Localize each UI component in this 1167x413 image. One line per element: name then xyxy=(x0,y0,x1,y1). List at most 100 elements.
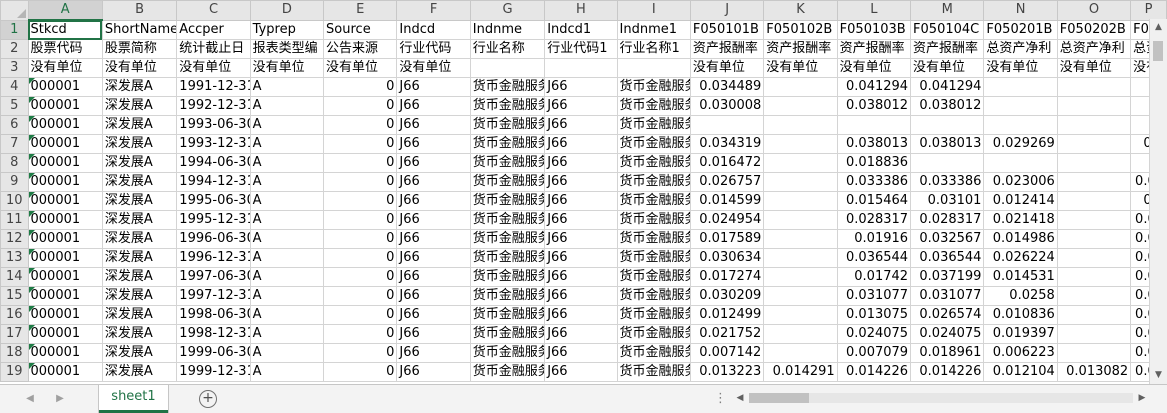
row-header[interactable]: 12 xyxy=(0,229,29,249)
cell-c10[interactable]: 1995-06-30 xyxy=(176,191,251,211)
cell-h17[interactable]: J66 xyxy=(544,324,618,344)
cell-c19[interactable]: 1999-12-31 xyxy=(176,362,251,382)
cell-j9[interactable]: 0.026757 xyxy=(689,172,765,192)
cell-f9[interactable]: J66 xyxy=(396,172,471,192)
cell-j8[interactable]: 0.016472 xyxy=(689,153,765,173)
cell-k1[interactable]: F050102B xyxy=(763,19,838,40)
cell-o3[interactable]: 没有单位 xyxy=(1056,58,1132,78)
cell-g14[interactable]: 货币金融服务 xyxy=(469,267,546,287)
cell-e4[interactable]: 0 xyxy=(323,77,398,97)
cell-m10[interactable]: 0.03101 xyxy=(910,191,985,211)
cell-b6[interactable]: 深发展A xyxy=(101,115,178,135)
cell-e17[interactable]: 0 xyxy=(323,324,398,344)
cell-h13[interactable]: J66 xyxy=(544,248,618,268)
cell-n5[interactable] xyxy=(983,96,1058,116)
cell-f7[interactable]: J66 xyxy=(396,134,471,154)
cell-i19[interactable]: 货币金融服务 xyxy=(616,362,691,382)
cell-a5[interactable]: 000001 xyxy=(27,96,103,116)
cell-b14[interactable]: 深发展A xyxy=(101,267,178,287)
cell-a18[interactable]: 000001 xyxy=(27,343,103,363)
cell-a4[interactable]: 000001 xyxy=(27,77,103,97)
cell-i8[interactable]: 货币金融服务 xyxy=(616,153,691,173)
cell-k14[interactable] xyxy=(763,267,838,287)
cell-k9[interactable] xyxy=(763,172,838,192)
column-header-c[interactable]: C xyxy=(176,0,251,21)
cell-f1[interactable]: Indcd xyxy=(396,19,471,40)
cell-h19[interactable]: J66 xyxy=(544,362,618,382)
cell-g2[interactable]: 行业名称 xyxy=(469,39,546,59)
cell-o7[interactable] xyxy=(1056,134,1132,154)
cell-b17[interactable]: 深发展A xyxy=(101,324,178,344)
cell-l7[interactable]: 0.038013 xyxy=(836,134,912,154)
cell-d14[interactable]: A xyxy=(249,267,325,287)
cell-f3[interactable]: 没有单位 xyxy=(396,58,471,78)
cell-h3[interactable] xyxy=(544,58,618,78)
cell-k7[interactable] xyxy=(763,134,838,154)
cell-o1[interactable]: F050202B xyxy=(1056,19,1132,40)
cell-e18[interactable]: 0 xyxy=(323,343,398,363)
cell-n17[interactable]: 0.019397 xyxy=(983,324,1058,344)
cell-o4[interactable] xyxy=(1056,77,1132,97)
cell-g12[interactable]: 货币金融服务 xyxy=(469,229,546,249)
cell-a6[interactable]: 000001 xyxy=(27,115,103,135)
cell-l8[interactable]: 0.018836 xyxy=(836,153,912,173)
cell-m3[interactable]: 没有单位 xyxy=(910,58,985,78)
cell-n12[interactable]: 0.014986 xyxy=(983,229,1058,249)
row-header[interactable]: 7 xyxy=(0,134,29,154)
cell-m13[interactable]: 0.036544 xyxy=(910,248,985,268)
cell-o17[interactable] xyxy=(1056,324,1132,344)
cell-a12[interactable]: 000001 xyxy=(27,229,103,249)
cell-g7[interactable]: 货币金融服务 xyxy=(469,134,546,154)
cell-b12[interactable]: 深发展A xyxy=(101,229,178,249)
cell-d9[interactable]: A xyxy=(249,172,325,192)
cell-b2[interactable]: 股票简称 xyxy=(101,39,178,59)
cell-h14[interactable]: J66 xyxy=(544,267,618,287)
cell-f12[interactable]: J66 xyxy=(396,229,471,249)
cell-k16[interactable] xyxy=(763,305,838,325)
cell-f13[interactable]: J66 xyxy=(396,248,471,268)
cell-d3[interactable]: 没有单位 xyxy=(249,58,325,78)
cell-j11[interactable]: 0.024954 xyxy=(689,210,765,230)
row-header[interactable]: 16 xyxy=(0,305,29,325)
cell-m1[interactable]: F050104C xyxy=(910,19,985,40)
cell-n8[interactable] xyxy=(983,153,1058,173)
horizontal-scroll-track[interactable] xyxy=(749,393,1133,403)
cell-c8[interactable]: 1994-06-30 xyxy=(176,153,251,173)
cell-a19[interactable]: 000001 xyxy=(27,362,103,382)
cell-d11[interactable]: A xyxy=(249,210,325,230)
cell-l10[interactable]: 0.015464 xyxy=(836,191,912,211)
cell-o16[interactable] xyxy=(1056,305,1132,325)
cell-h16[interactable]: J66 xyxy=(544,305,618,325)
cell-f4[interactable]: J66 xyxy=(396,77,471,97)
cell-d12[interactable]: A xyxy=(249,229,325,249)
cell-i16[interactable]: 货币金融服务 xyxy=(616,305,691,325)
cell-n18[interactable]: 0.006223 xyxy=(983,343,1058,363)
cell-o19[interactable]: 0.013082 xyxy=(1056,362,1132,382)
cell-k19[interactable]: 0.014291 xyxy=(763,362,838,382)
cell-o8[interactable] xyxy=(1056,153,1132,173)
cell-c17[interactable]: 1998-12-31 xyxy=(176,324,251,344)
cell-n6[interactable] xyxy=(983,115,1058,135)
column-header-l[interactable]: L xyxy=(836,0,912,21)
cell-c5[interactable]: 1992-12-31 xyxy=(176,96,251,116)
cell-b19[interactable]: 深发展A xyxy=(101,362,178,382)
row-header[interactable]: 1 xyxy=(0,19,29,40)
cell-c11[interactable]: 1995-12-31 xyxy=(176,210,251,230)
cell-l5[interactable]: 0.038012 xyxy=(836,96,912,116)
cell-n10[interactable]: 0.012414 xyxy=(983,191,1058,211)
cell-h1[interactable]: Indcd1 xyxy=(544,19,618,40)
cell-m2[interactable]: 资产报酬率 xyxy=(910,39,985,59)
cell-c2[interactable]: 统计截止日 xyxy=(176,39,251,59)
cell-n1[interactable]: F050201B xyxy=(983,19,1058,40)
cell-g8[interactable]: 货币金融服务 xyxy=(469,153,546,173)
cell-l17[interactable]: 0.024075 xyxy=(836,324,912,344)
cell-j15[interactable]: 0.030209 xyxy=(689,286,765,306)
cell-f8[interactable]: J66 xyxy=(396,153,471,173)
cell-o11[interactable] xyxy=(1056,210,1132,230)
cell-i17[interactable]: 货币金融服务 xyxy=(616,324,691,344)
next-sheet-icon[interactable]: ▶ xyxy=(52,391,68,407)
cell-j6[interactable] xyxy=(689,115,765,135)
cell-j17[interactable]: 0.021752 xyxy=(689,324,765,344)
cell-j14[interactable]: 0.017274 xyxy=(689,267,765,287)
cell-f17[interactable]: J66 xyxy=(396,324,471,344)
